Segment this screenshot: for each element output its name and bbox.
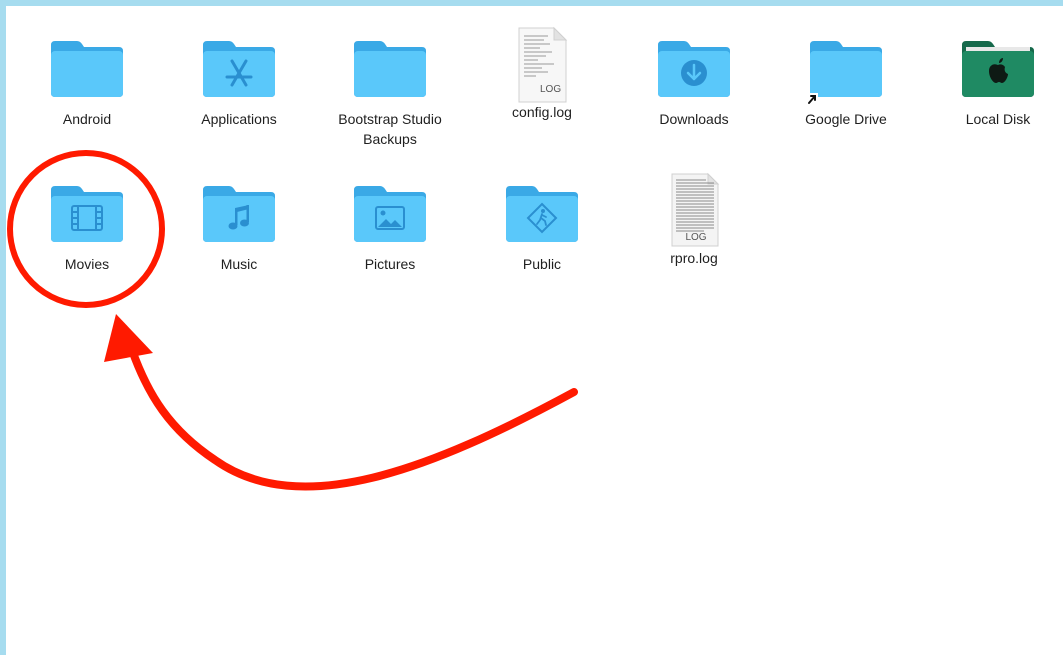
folder-google-drive[interactable]: Google Drive [771, 33, 921, 129]
folder-pictures[interactable]: Pictures [315, 178, 465, 274]
folder-movies[interactable]: Movies [12, 178, 162, 274]
item-label: Music [220, 256, 258, 272]
folder-icon [199, 33, 279, 103]
folder-android[interactable]: Android [12, 33, 162, 129]
folder-local-disk[interactable]: Local Disk [923, 33, 1063, 129]
folder-icon [502, 178, 582, 248]
file-rpro-log[interactable]: LOG rpro.log [619, 172, 769, 268]
item-label: Android [62, 111, 112, 127]
item-label: rpro.log [670, 250, 718, 266]
file-config-log[interactable]: LOG config.log [467, 26, 617, 122]
item-label: Local Disk [965, 111, 1031, 127]
log-document-icon: LOG [654, 172, 734, 248]
folder-icon [350, 33, 430, 103]
folder-bootstrap-studio-backups[interactable]: Bootstrap Studio Backups [315, 33, 465, 149]
folder-downloads[interactable]: Downloads [619, 33, 769, 129]
folder-icon [350, 178, 430, 248]
item-label: Google Drive [805, 111, 887, 127]
folder-applications[interactable]: Applications [164, 33, 314, 129]
item-label: Pictures [364, 256, 416, 272]
item-label: Movies [64, 256, 110, 272]
log-document-icon: LOG [502, 26, 582, 103]
folder-icon [654, 33, 734, 103]
item-label: Applications [201, 111, 277, 127]
download-arrow-icon [681, 60, 707, 86]
item-label: config.log [512, 104, 572, 120]
finder-icon-view: Android Applications Bootstrap Studio Ba… [6, 6, 1063, 655]
item-label: Downloads [659, 111, 729, 127]
folder-icon [806, 33, 886, 105]
item-label: Public [522, 256, 562, 272]
folder-icon [199, 178, 279, 248]
folder-icon [47, 33, 127, 103]
folder-public[interactable]: Public [467, 178, 617, 274]
folder-icon [958, 33, 1038, 103]
folder-music[interactable]: Music [164, 178, 314, 274]
alias-arrow-icon [806, 93, 818, 105]
log-badge: LOG [540, 84, 562, 95]
item-label: Bootstrap Studio Backups [338, 111, 442, 147]
folder-icon [47, 178, 127, 248]
log-badge: LOG [684, 232, 708, 243]
